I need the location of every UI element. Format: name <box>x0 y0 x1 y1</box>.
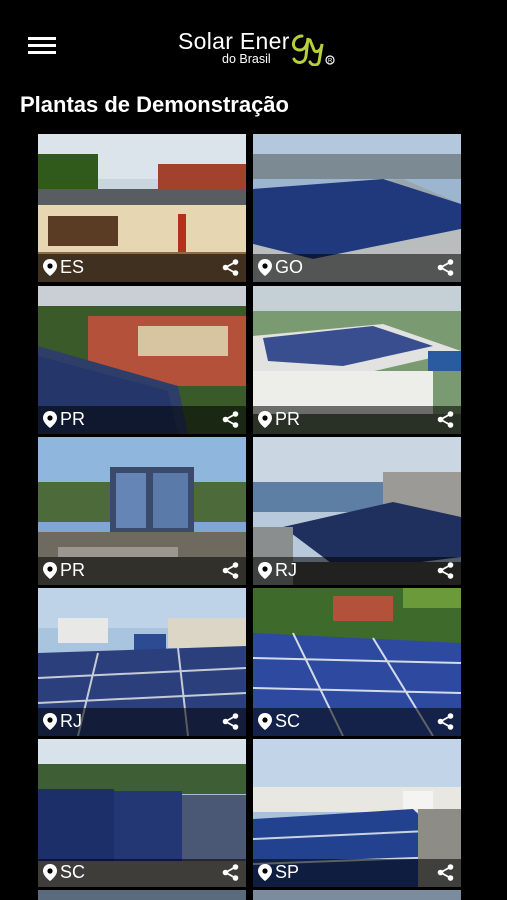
location-pin-icon <box>43 864 57 881</box>
plant-state-label: RJ <box>275 560 297 580</box>
location-pin-icon <box>258 411 272 428</box>
location-pin-icon <box>258 562 272 579</box>
plant-tile-partial[interactable] <box>38 890 246 900</box>
plant-tile[interactable]: ES <box>38 134 246 282</box>
plant-state-label: RJ <box>60 711 82 731</box>
logo-text-sub: do Brasil <box>222 52 271 66</box>
plant-tile[interactable]: RJ <box>38 588 246 736</box>
logo-gy-mark: R <box>292 34 335 66</box>
location-pin-icon <box>43 259 57 276</box>
share-icon[interactable] <box>222 713 239 730</box>
location-pin-icon <box>43 713 57 730</box>
share-icon[interactable] <box>222 259 239 276</box>
logo-text-main: Solar Ener <box>178 28 290 54</box>
location-pin-icon <box>258 713 272 730</box>
share-icon[interactable] <box>222 864 239 881</box>
plant-state-label: PR <box>60 409 86 429</box>
app-header: Solar Ener do Brasil R <box>0 0 507 90</box>
plant-tile[interactable]: PR <box>38 437 246 585</box>
location-pin-icon <box>258 864 272 881</box>
location-pin-icon <box>43 562 57 579</box>
share-icon[interactable] <box>222 411 239 428</box>
svg-text:R: R <box>328 59 333 65</box>
plant-state-label: PR <box>275 409 301 429</box>
share-icon[interactable] <box>437 259 454 276</box>
plant-tile[interactable]: GO <box>253 134 461 282</box>
plant-tile[interactable]: PR <box>38 286 246 434</box>
plant-state-label: SP <box>275 862 300 882</box>
plant-state-label: ES <box>60 257 85 277</box>
plant-tile-partial[interactable] <box>253 890 461 900</box>
plant-state-label: SC <box>275 711 301 731</box>
plant-tile[interactable]: SC <box>253 588 461 736</box>
plant-tile[interactable]: PR <box>253 286 461 434</box>
location-pin-icon <box>258 259 272 276</box>
share-icon[interactable] <box>222 562 239 579</box>
share-icon[interactable] <box>437 864 454 881</box>
plant-state-label: SC <box>60 862 86 882</box>
page-title: Plantas de Demonstração <box>20 92 289 117</box>
plant-tile[interactable]: RJ <box>253 437 461 585</box>
plant-tile[interactable]: SC <box>38 739 246 887</box>
location-pin-icon <box>43 411 57 428</box>
plant-state-label: PR <box>60 560 86 580</box>
plant-tile[interactable]: SP <box>253 739 461 887</box>
share-icon[interactable] <box>437 411 454 428</box>
share-icon[interactable] <box>437 713 454 730</box>
solar-energy-logo: Solar Ener do Brasil R <box>178 26 338 70</box>
share-icon[interactable] <box>437 562 454 579</box>
plant-state-label: GO <box>275 257 304 277</box>
hamburger-menu-icon[interactable] <box>28 37 56 59</box>
